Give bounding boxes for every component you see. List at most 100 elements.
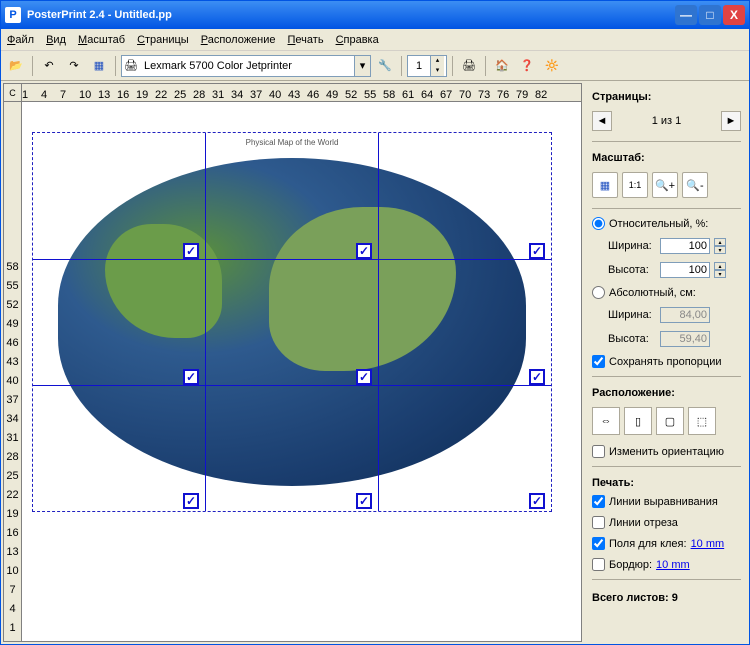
spin-up[interactable]: ▴ — [430, 56, 444, 66]
grid-line — [205, 133, 206, 511]
close-button[interactable]: X — [723, 5, 745, 25]
rotate-right-icon: ↷ — [69, 59, 78, 72]
layout-center-button[interactable]: ⇔ — [592, 407, 620, 435]
scale-absolute-label: Абсолютный, см: — [609, 287, 696, 299]
rotate-left-button[interactable]: ↶ — [38, 55, 60, 77]
cut-lines-checkbox[interactable] — [592, 516, 605, 529]
tile-toggle[interactable]: ✓ — [183, 369, 199, 385]
menu-layout[interactable]: Расположение — [201, 34, 276, 46]
titlebar: P PosterPrint 2.4 - Untitled.pp — □ X — [1, 1, 749, 29]
menu-scale[interactable]: Масштаб — [78, 34, 125, 46]
tile-toggle[interactable]: ✓ — [356, 243, 372, 259]
dropdown-icon[interactable]: ▾ — [354, 56, 370, 76]
canvas[interactable]: Physical Map of the World ✓ ✓ ✓ ✓ ✓ ✓ ✓ — [22, 102, 581, 641]
custom-icon: ⬚ — [697, 415, 707, 428]
menu-print[interactable]: Печать — [288, 34, 324, 46]
printer-name: Lexmark 5700 Color Jetprinter — [140, 60, 354, 72]
height-label: Высота: — [608, 333, 656, 345]
tile-toggle[interactable]: ✓ — [183, 493, 199, 509]
grid-line — [33, 259, 551, 260]
border-link[interactable]: 10 mm — [656, 559, 690, 571]
keep-aspect-label: Сохранять пропорции — [609, 356, 722, 368]
tile-toggle[interactable]: ✓ — [356, 493, 372, 509]
folder-open-icon: 📂 — [9, 59, 23, 72]
rotate-left-icon: ↶ — [44, 59, 53, 72]
menu-help[interactable]: Справка — [336, 34, 379, 46]
tile-toggle[interactable]: ✓ — [183, 243, 199, 259]
open-button[interactable]: 📂 — [5, 55, 27, 77]
spin-down[interactable]: ▾ — [714, 246, 726, 254]
change-orientation-label: Изменить ориентацию — [609, 446, 724, 458]
separator — [32, 56, 33, 76]
zoom-fit-button[interactable]: ▦ — [592, 172, 618, 198]
layout-section-title: Расположение: — [592, 387, 741, 399]
home-icon: 🏠 — [495, 59, 509, 72]
toolbar: 📂 ↶ ↷ ▦ 🖨 Lexmark 5700 Color Jetprinter … — [1, 51, 749, 81]
zoom-out-button[interactable]: 🔍- — [682, 172, 708, 198]
spin-down[interactable]: ▾ — [430, 66, 444, 76]
minimize-button[interactable]: — — [675, 5, 697, 25]
align-lines-checkbox[interactable] — [592, 495, 605, 508]
copies-field[interactable] — [408, 60, 430, 72]
menu-view[interactable]: Вид — [46, 34, 66, 46]
menu-pages[interactable]: Страницы — [137, 34, 189, 46]
print-section-title: Печать: — [592, 477, 741, 489]
page-indicator: 1 из 1 — [652, 115, 682, 127]
zoom-actual-button[interactable]: 1:1 — [622, 172, 648, 198]
world-map-image — [58, 158, 526, 486]
layout-fit-button[interactable]: ▢ — [656, 407, 684, 435]
zoom-in-icon: 🔍+ — [655, 179, 675, 192]
spin-down[interactable]: ▾ — [714, 270, 726, 278]
relative-height-input[interactable] — [660, 262, 710, 278]
ruler-corner: C — [4, 84, 22, 102]
relative-width-input[interactable] — [660, 238, 710, 254]
pages-section-title: Страницы: — [592, 91, 741, 103]
separator — [401, 56, 402, 76]
grid-button[interactable]: ▦ — [88, 55, 110, 77]
prev-page-button[interactable]: ◄ — [592, 111, 612, 131]
printer-settings-button[interactable]: 🔧 — [374, 55, 396, 77]
menu-file[interactable]: Файл — [7, 34, 34, 46]
absolute-width-input — [660, 307, 710, 323]
spin-up[interactable]: ▴ — [714, 238, 726, 246]
glue-margins-link[interactable]: 10 mm — [691, 538, 725, 550]
home-button[interactable]: 🏠 — [491, 55, 513, 77]
rotate-right-button[interactable]: ↷ — [63, 55, 85, 77]
copies-input[interactable]: ▴▾ — [407, 55, 447, 77]
border-checkbox[interactable] — [592, 558, 605, 571]
menubar: Файл Вид Масштаб Страницы Расположение П… — [1, 29, 749, 51]
about-button[interactable]: 🔆 — [541, 55, 563, 77]
scale-relative-label: Относительный, %: — [609, 218, 708, 230]
tile-toggle[interactable]: ✓ — [356, 369, 372, 385]
maximize-button[interactable]: □ — [699, 5, 721, 25]
help-button[interactable]: ❓ — [516, 55, 538, 77]
print-button[interactable]: 🖨 — [458, 55, 480, 77]
width-label: Ширина: — [608, 309, 656, 321]
scale-relative-radio[interactable] — [592, 217, 605, 230]
total-value: 9 — [672, 592, 678, 604]
scale-absolute-radio[interactable] — [592, 286, 605, 299]
next-page-button[interactable]: ► — [721, 111, 741, 131]
printer-select[interactable]: 🖨 Lexmark 5700 Color Jetprinter ▾ — [121, 55, 371, 77]
absolute-height-input — [660, 331, 710, 347]
glue-margins-checkbox[interactable] — [592, 537, 605, 550]
printer-icon: 🖨 — [122, 59, 140, 72]
change-orientation-checkbox[interactable] — [592, 445, 605, 458]
fit-icon: ▢ — [665, 415, 675, 428]
separator — [485, 56, 486, 76]
total-sheets: Всего листов: 9 — [592, 592, 741, 604]
spin-up[interactable]: ▴ — [714, 262, 726, 270]
zoom-in-button[interactable]: 🔍+ — [652, 172, 678, 198]
grid-icon: ▦ — [94, 59, 104, 72]
tile-toggle[interactable]: ✓ — [529, 493, 545, 509]
layout-portrait-button[interactable]: ▯ — [624, 407, 652, 435]
window-title: PosterPrint 2.4 - Untitled.pp — [27, 9, 673, 21]
info-icon: 🔆 — [545, 59, 559, 72]
sidebar: Страницы: ◄ 1 из 1 ► Масштаб: ▦ 1:1 🔍+ 🔍… — [584, 81, 749, 644]
layout-custom-button[interactable]: ⬚ — [688, 407, 716, 435]
keep-aspect-checkbox[interactable] — [592, 355, 605, 368]
height-label: Высота: — [608, 264, 656, 276]
tile-toggle[interactable]: ✓ — [529, 243, 545, 259]
tile-toggle[interactable]: ✓ — [529, 369, 545, 385]
align-lines-label: Линии выравнивания — [609, 496, 718, 508]
